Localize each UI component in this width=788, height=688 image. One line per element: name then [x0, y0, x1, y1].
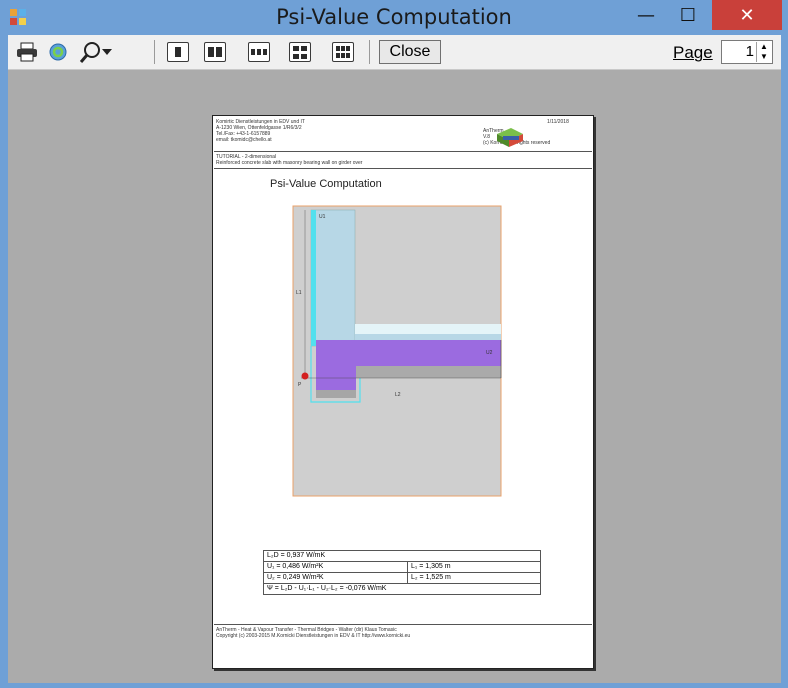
- maximize-icon: ☐: [679, 4, 697, 26]
- document-page: Komirtic Dienstleistungen in EDV und IT …: [212, 115, 594, 669]
- three-pages-icon: [248, 42, 270, 62]
- u2-label: U2: [486, 350, 493, 356]
- magnifier-icon: [80, 42, 100, 63]
- antherm-logo-icon: [497, 128, 523, 147]
- refresh-icon: [49, 43, 67, 61]
- refresh-button[interactable]: [46, 40, 70, 64]
- page-number-input[interactable]: 1 ▲ ▼: [721, 40, 773, 64]
- toolbar: Close Page 1 ▲ ▼: [8, 35, 781, 70]
- printer-icon: [17, 42, 37, 62]
- tutorial-divider: [214, 168, 592, 169]
- document-heading: Psi-Value Computation: [270, 178, 382, 190]
- close-button[interactable]: Close: [379, 40, 441, 64]
- two-pages-icon: [204, 42, 226, 62]
- six-pages-button[interactable]: [331, 40, 355, 64]
- two-pages-button[interactable]: [203, 40, 227, 64]
- result-psi: Ψ = L₂D - U₁·L₁ - U₂·L₂ = -0,076 W/mK: [267, 585, 387, 592]
- l1-label: L1: [296, 290, 302, 296]
- footer-divider: [214, 624, 592, 625]
- four-pages-button[interactable]: [288, 40, 312, 64]
- page-number-value: 1: [745, 43, 754, 60]
- results-table: L₂D = 0,937 W/mK U₁ = 0,486 W/m²K L₁ = 1…: [263, 550, 541, 595]
- close-icon: ✕: [739, 4, 755, 26]
- page-label: Page: [673, 43, 713, 62]
- page-spinner[interactable]: ▲ ▼: [756, 42, 771, 62]
- header-divider: [214, 151, 592, 152]
- tutorial-line: Reinforced concrete slab with masonry be…: [216, 160, 363, 166]
- one-page-button[interactable]: [166, 40, 190, 64]
- header-company-info: Komirtic Dienstleistungen in EDV und IT …: [216, 119, 305, 143]
- print-preview-area[interactable]: Komirtic Dienstleistungen in EDV und IT …: [8, 70, 781, 683]
- result-u1: U₁ = 0,486 W/m²K: [264, 562, 408, 572]
- footer-text: AnTherm - Heat & Vapour Transfer - Therm…: [216, 627, 410, 639]
- table-row: U₂ = 0,249 W/m²K L₂ = 1,525 m: [264, 573, 540, 584]
- result-u2: U₂ = 0,249 W/m²K: [264, 573, 408, 583]
- maximize-button[interactable]: ☐: [666, 0, 710, 30]
- toolbar-separator: [369, 40, 370, 64]
- header-line: email: tkomidc@chello.at: [216, 137, 272, 143]
- six-pages-icon: [332, 42, 354, 62]
- application-window: Psi-Value Computation — ☐ ✕ Close Page 1…: [0, 0, 788, 688]
- u1-label: U1: [319, 214, 326, 220]
- tutorial-description: TUTORIAL - 2-dimensional Reinforced conc…: [216, 154, 362, 166]
- spin-down-icon[interactable]: ▼: [760, 53, 768, 61]
- spin-up-icon[interactable]: ▲: [760, 43, 768, 51]
- result-l2: L₂ = 1,525 m: [411, 574, 451, 581]
- print-button[interactable]: [14, 40, 40, 64]
- close-window-button[interactable]: ✕: [712, 0, 782, 30]
- minimize-button[interactable]: —: [626, 0, 666, 30]
- four-pages-icon: [289, 42, 311, 62]
- chevron-down-icon: [102, 49, 112, 55]
- minimize-icon: —: [637, 4, 655, 26]
- header-date: 1/11/2018: [547, 119, 569, 125]
- toolbar-separator: [154, 40, 155, 64]
- l2-label: L2: [395, 392, 401, 398]
- table-row: Ψ = L₂D - U₁·L₁ - U₂·L₂ = -0,076 W/mK: [264, 584, 540, 594]
- result-l1: L₁ = 1,305 m: [411, 563, 451, 570]
- zoom-dropdown-button[interactable]: [76, 40, 116, 64]
- result-l2d: L₂D = 0,937 W/mK: [267, 552, 326, 559]
- table-row: L₂D = 0,937 W/mK: [264, 551, 540, 562]
- title-bar[interactable]: Psi-Value Computation — ☐ ✕: [0, 0, 788, 34]
- one-page-icon: [167, 42, 189, 62]
- footer-line: Copyright (c) 2003-2015 M.Kornicki Diens…: [216, 633, 411, 639]
- three-pages-button[interactable]: [247, 40, 271, 64]
- table-row: U₁ = 0,486 W/m²K L₁ = 1,305 m: [264, 562, 540, 573]
- thermal-bridge-diagram: U1 L1 U2 L2 P: [292, 205, 502, 497]
